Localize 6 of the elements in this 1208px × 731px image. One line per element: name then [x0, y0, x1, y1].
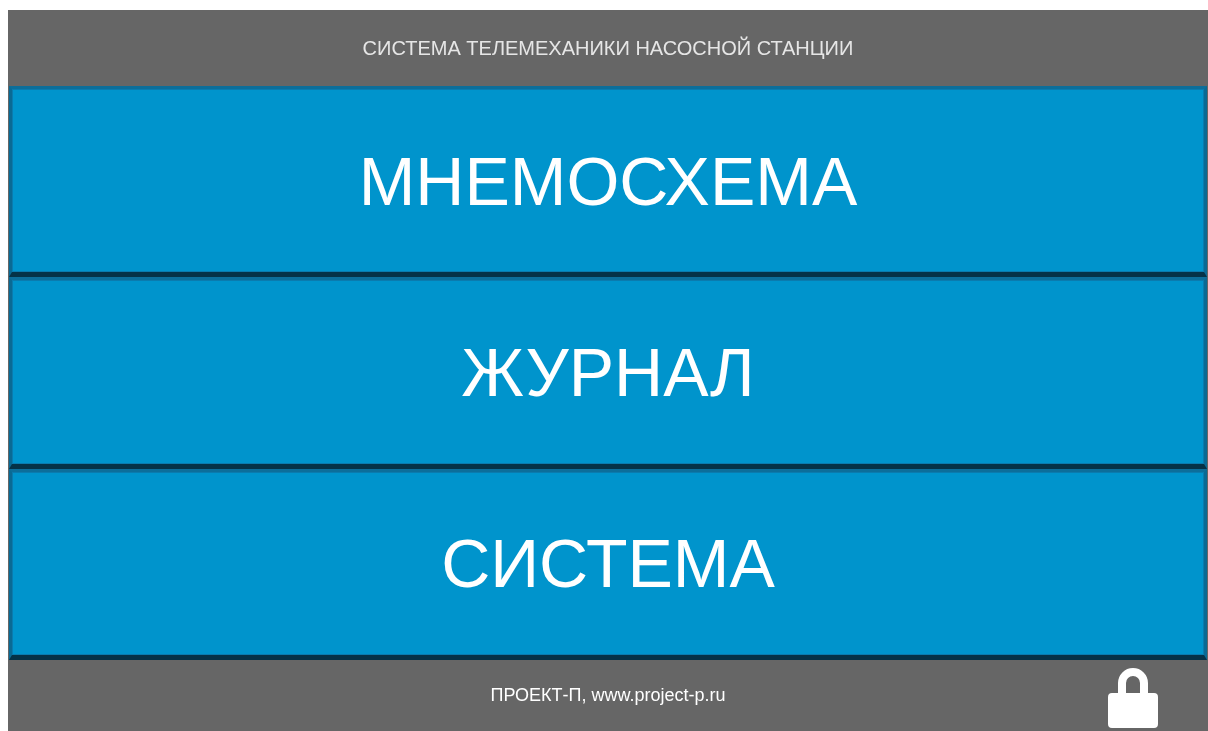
menu-button[interactable]: СИСТЕМА — [9, 468, 1207, 660]
screen-title: СИСТЕМА ТЕЛЕМЕХАНИКИ НАСОСНОЙ СТАНЦИИ — [362, 36, 854, 60]
lock-icon[interactable] — [1108, 667, 1158, 728]
menu-button[interactable]: МНЕМОСХЕМА — [9, 86, 1207, 278]
footer-text: ПРОЕКТ-П, www.project-p.ru — [490, 685, 726, 706]
menu-button[interactable]: ЖУРНАЛ — [9, 277, 1207, 469]
